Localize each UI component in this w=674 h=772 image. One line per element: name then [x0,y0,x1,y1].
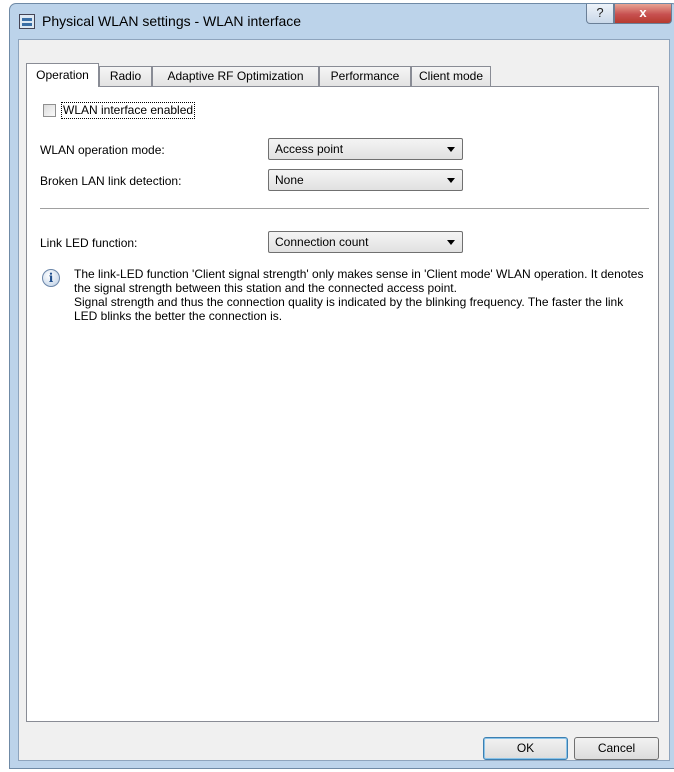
info-text: The link-LED function 'Client signal str… [74,267,644,323]
link-led-value: Connection count [275,235,369,249]
tab-adaptive-rf-optimization[interactable]: Adaptive RF Optimization [152,66,319,87]
chevron-down-icon [447,240,455,245]
operation-mode-value: Access point [275,142,344,156]
cancel-button[interactable]: Cancel [574,737,659,760]
window-title: Physical WLAN settings - WLAN interface [42,13,302,29]
wlan-enabled-label[interactable]: WLAN interface enabled [61,102,196,119]
chevron-down-icon [447,178,455,183]
info-text-line: The link-LED function 'Client signal str… [74,267,644,295]
dialog-window: Physical WLAN settings - WLAN interface … [9,3,674,769]
link-led-label: Link LED function: [40,236,138,250]
tab-performance[interactable]: Performance [319,66,411,87]
operation-panel: WLAN interface enabled WLAN operation mo… [26,86,659,722]
operation-mode-label: WLAN operation mode: [40,143,165,157]
wlan-enabled-checkbox[interactable] [43,104,56,117]
link-led-select[interactable]: Connection count [268,231,463,253]
tab-operation[interactable]: Operation [26,63,99,87]
broken-lan-value: None [275,173,304,187]
tab-client-mode[interactable]: Client mode [411,66,491,87]
close-button[interactable]: x [614,4,672,24]
ok-button[interactable]: OK [483,737,568,760]
help-button[interactable]: ? [586,4,614,24]
info-icon: i [42,269,60,287]
tab-radio[interactable]: Radio [99,66,152,87]
dialog-client-area: Operation Radio Adaptive RF Optimization… [18,39,670,761]
broken-lan-label: Broken LAN link detection: [40,174,182,188]
chevron-down-icon [447,147,455,152]
operation-mode-select[interactable]: Access point [268,138,463,160]
window-app-icon [19,14,35,29]
broken-lan-select[interactable]: None [268,169,463,191]
info-text-line: Signal strength and thus the connection … [74,295,624,323]
separator [40,208,649,210]
